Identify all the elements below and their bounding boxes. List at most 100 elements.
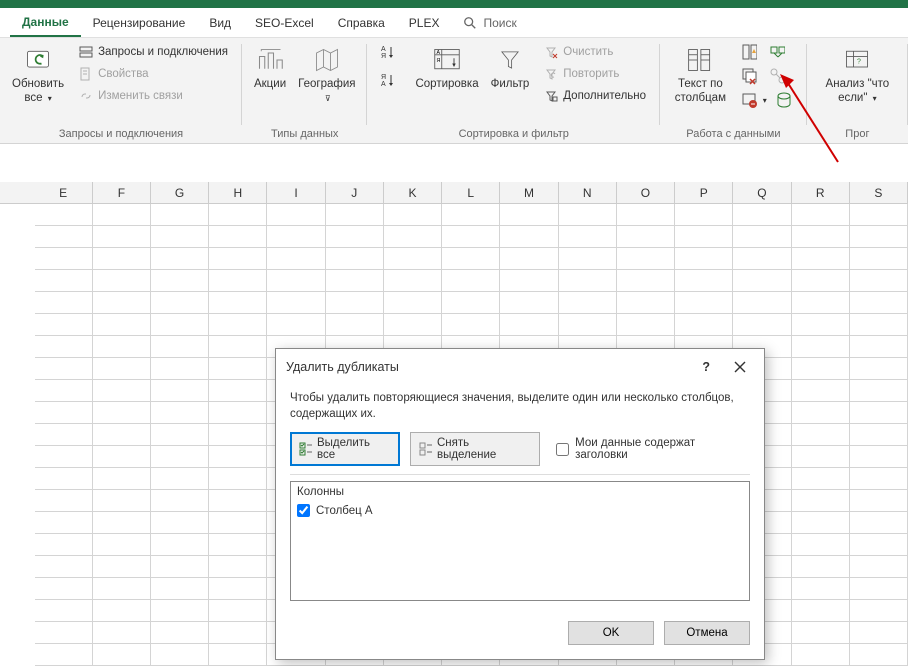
cell[interactable] [384,270,442,292]
clear-filter-button[interactable]: Очистить [539,42,650,62]
col-header[interactable]: G [151,182,209,203]
col-header[interactable]: J [326,182,384,203]
cell[interactable] [675,226,733,248]
remove-duplicates-button[interactable] [739,66,763,86]
cell[interactable] [151,556,209,578]
cell[interactable] [209,534,267,556]
cell[interactable] [35,402,93,424]
cell[interactable] [617,248,675,270]
geography-button[interactable]: География ⊽ [292,40,361,106]
col-header[interactable]: L [442,182,500,203]
col-header[interactable]: M [500,182,558,203]
cell[interactable] [209,204,267,226]
cell[interactable] [733,204,791,226]
col-header[interactable]: H [209,182,267,203]
cell[interactable] [209,644,267,666]
cell[interactable] [35,358,93,380]
col-header[interactable]: K [384,182,442,203]
cell[interactable] [733,270,791,292]
col-header[interactable]: I [267,182,325,203]
cell[interactable] [93,600,151,622]
cell[interactable] [209,270,267,292]
cell[interactable] [35,512,93,534]
cell[interactable] [733,248,791,270]
cell[interactable] [559,270,617,292]
cell[interactable] [209,446,267,468]
text-to-columns-button[interactable]: Текст по столбцам [666,40,735,106]
cell[interactable] [93,446,151,468]
cell[interactable] [675,204,733,226]
cell[interactable] [93,226,151,248]
cell[interactable] [559,204,617,226]
cell[interactable] [792,424,850,446]
cell[interactable] [151,380,209,402]
cell[interactable] [792,270,850,292]
ok-button[interactable]: OK [568,621,654,645]
cell[interactable] [442,292,500,314]
headers-checkbox-input[interactable] [556,443,569,456]
cell[interactable] [500,270,558,292]
headers-checkbox[interactable]: Мои данные содержат заголовки [556,437,750,461]
cell[interactable] [35,336,93,358]
cell[interactable] [442,314,500,336]
filter-button[interactable]: Фильтр [485,40,536,92]
col-header[interactable]: P [675,182,733,203]
cell[interactable] [35,644,93,666]
cell[interactable] [151,336,209,358]
cell[interactable] [151,600,209,622]
cell[interactable] [442,204,500,226]
cell[interactable] [35,314,93,336]
cell[interactable] [93,314,151,336]
cell[interactable] [500,292,558,314]
cell[interactable] [500,248,558,270]
cell[interactable] [384,226,442,248]
cell[interactable] [267,314,325,336]
cell[interactable] [93,358,151,380]
cell[interactable] [209,292,267,314]
tab-seo-excel[interactable]: SEO-Excel [243,10,326,36]
cell[interactable] [792,534,850,556]
cell[interactable] [93,336,151,358]
cell[interactable] [559,314,617,336]
cell[interactable] [151,490,209,512]
cell[interactable] [792,578,850,600]
consolidate-button[interactable] [767,42,791,62]
cell[interactable] [93,204,151,226]
cell[interactable] [850,336,908,358]
cell[interactable] [35,226,93,248]
cell[interactable] [326,248,384,270]
cell[interactable] [151,226,209,248]
flash-fill-button[interactable] [739,42,763,62]
cell[interactable] [209,512,267,534]
sort-asc-button[interactable]: АЯ [377,42,405,62]
cell[interactable] [792,556,850,578]
cell[interactable] [151,644,209,666]
cell[interactable] [267,270,325,292]
cell[interactable] [35,468,93,490]
col-header[interactable]: F [93,182,151,203]
cell[interactable] [151,446,209,468]
refresh-all-button[interactable]: Обновить все ▾ [6,40,70,106]
cell[interactable] [151,358,209,380]
cell[interactable] [617,204,675,226]
cell[interactable] [93,644,151,666]
cell[interactable] [326,226,384,248]
cell[interactable] [93,622,151,644]
cell[interactable] [733,314,791,336]
cell[interactable] [35,622,93,644]
cell[interactable] [93,248,151,270]
cell[interactable] [559,226,617,248]
cell[interactable] [209,622,267,644]
relationships-button[interactable] [767,66,791,86]
cell[interactable] [850,644,908,666]
select-all-button[interactable]: Выделить все [290,432,400,466]
edit-links-button[interactable]: Изменить связи [74,86,232,106]
cell[interactable] [35,380,93,402]
sort-button[interactable]: АЯ Сортировка [409,40,484,92]
cell[interactable] [209,490,267,512]
cell[interactable] [267,204,325,226]
stocks-button[interactable]: Акции [248,40,292,92]
cell[interactable] [559,248,617,270]
cell[interactable] [384,292,442,314]
cell[interactable] [209,248,267,270]
